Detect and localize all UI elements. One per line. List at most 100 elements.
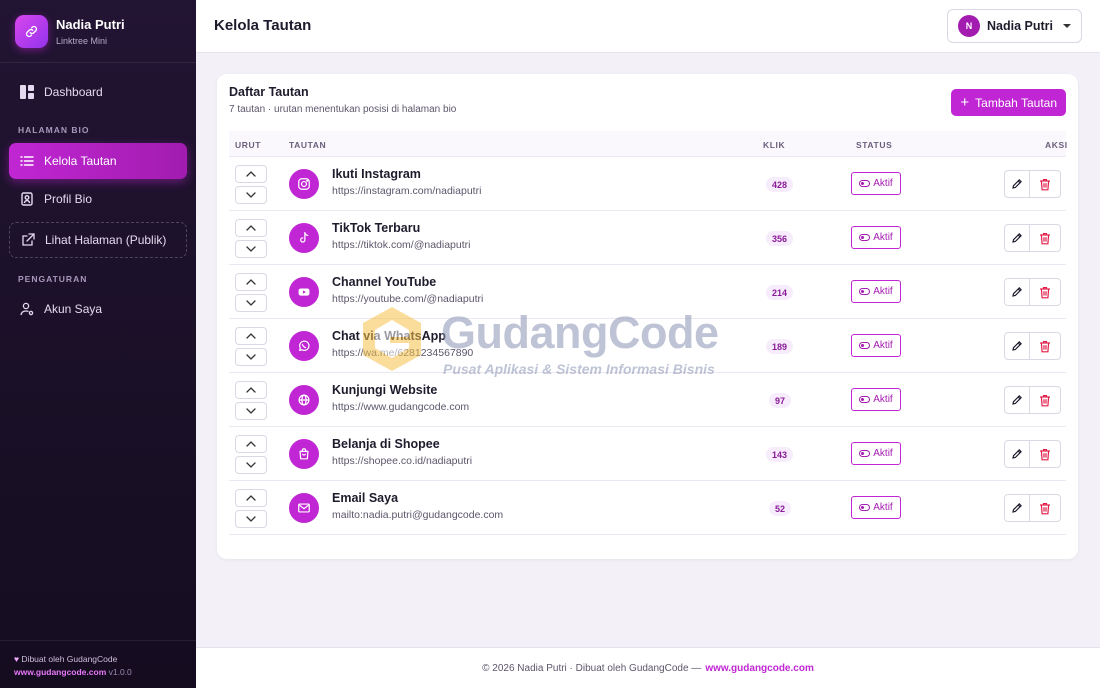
move-down-button[interactable] (235, 240, 267, 258)
links-table-body: Ikuti Instagram https://instagram.com/na… (229, 157, 1066, 535)
edit-button[interactable] (1004, 332, 1030, 360)
footer-site-link[interactable]: www.gudangcode.com (14, 667, 106, 677)
clicks-badge: 356 (766, 231, 794, 246)
sidebar-item-kelola-tautan[interactable]: Kelola Tautan (9, 143, 187, 179)
status-toggle-button[interactable]: Aktif (851, 172, 901, 195)
status-toggle-button[interactable]: Aktif (851, 388, 901, 411)
chevron-up-icon (246, 225, 256, 231)
trash-icon (1039, 448, 1051, 461)
page-footer: © 2026 Nadia Putri · Dibuat oleh GudangC… (196, 647, 1100, 688)
status-label: Aktif (873, 394, 893, 405)
sidebar-nav: Dashboard HALAMAN BIO Kelola Tautan Prof… (0, 63, 196, 326)
delete-button[interactable] (1029, 332, 1061, 360)
pencil-icon (1011, 448, 1023, 460)
chevron-down-icon (246, 408, 256, 414)
add-link-button[interactable]: + Tambah Tautan (951, 89, 1066, 116)
edit-button[interactable] (1004, 170, 1030, 198)
table-row: Channel YouTube https://youtube.com/@nad… (229, 265, 1066, 319)
status-toggle-button[interactable]: Aktif (851, 280, 901, 303)
trash-icon (1039, 502, 1051, 515)
delete-button[interactable] (1029, 494, 1061, 522)
sidebar-item-dashboard[interactable]: Dashboard (9, 75, 187, 109)
table-row: Chat via WhatsApp https://wa.me/62812345… (229, 319, 1066, 373)
chevron-down-icon (246, 462, 256, 468)
delete-button[interactable] (1029, 170, 1061, 198)
status-label: Aktif (873, 286, 893, 297)
chevron-down-icon (246, 192, 256, 198)
sidebar-item-label: Profil Bio (44, 192, 93, 206)
move-up-button[interactable] (235, 165, 267, 183)
section-halaman-bio: HALAMAN BIO (18, 125, 90, 135)
version-label: v1.0.0 (108, 667, 132, 677)
move-down-button[interactable] (235, 348, 267, 366)
edit-button[interactable] (1004, 386, 1030, 414)
move-up-button[interactable] (235, 489, 267, 507)
status-toggle-button[interactable]: Aktif (851, 334, 901, 357)
id-card-icon (19, 192, 34, 207)
move-up-button[interactable] (235, 435, 267, 453)
col-actions: AKSI (1045, 140, 1068, 150)
trash-icon (1039, 232, 1051, 245)
toggle-on-icon (859, 504, 871, 511)
sidebar-item-lihat-halaman[interactable]: Lihat Halaman (Publik) (9, 222, 187, 258)
link-url: https://wa.me/6281234567890 (332, 347, 474, 359)
mail-icon (289, 493, 319, 523)
link-title: Ikuti Instagram (332, 167, 421, 181)
link-url: https://www.gudangcode.com (332, 401, 470, 413)
whatsapp-icon (289, 331, 319, 361)
clicks-badge: 143 (766, 447, 794, 462)
user-menu-button[interactable]: N Nadia Putri (947, 9, 1082, 43)
table-row: Email Saya mailto:nadia.putri@gudangcode… (229, 481, 1066, 535)
col-clicks: KLIK (763, 140, 786, 150)
status-label: Aktif (873, 340, 893, 351)
move-up-button[interactable] (235, 273, 267, 291)
card-subtitle: 7 tautan · urutan menentukan posisi di h… (229, 104, 457, 115)
delete-button[interactable] (1029, 278, 1061, 306)
move-up-button[interactable] (235, 327, 267, 345)
clicks-badge: 189 (766, 339, 794, 354)
plus-icon: + (960, 94, 970, 111)
link-title: Email Saya (332, 491, 399, 505)
status-toggle-button[interactable]: Aktif (851, 226, 901, 249)
move-down-button[interactable] (235, 402, 267, 420)
chevron-down-icon (246, 516, 256, 522)
move-down-button[interactable] (235, 186, 267, 204)
status-label: Aktif (873, 178, 893, 189)
list-icon (19, 154, 34, 169)
delete-button[interactable] (1029, 386, 1061, 414)
status-toggle-button[interactable]: Aktif (851, 496, 901, 519)
delete-button[interactable] (1029, 440, 1061, 468)
edit-button[interactable] (1004, 278, 1030, 306)
edit-button[interactable] (1004, 224, 1030, 252)
move-down-button[interactable] (235, 510, 267, 528)
made-by-text: Dibuat oleh GudangCode (21, 654, 118, 664)
move-down-button[interactable] (235, 456, 267, 474)
link-title: Chat via WhatsApp (332, 329, 446, 343)
table-header: URUT TAUTAN KLIK STATUS AKSI (229, 131, 1068, 157)
chevron-down-icon (246, 246, 256, 252)
move-down-button[interactable] (235, 294, 267, 312)
move-up-button[interactable] (235, 219, 267, 237)
pencil-icon (1011, 502, 1023, 514)
links-card: Daftar Tautan 7 tautan · urutan menentuk… (217, 74, 1078, 559)
avatar: N (958, 15, 980, 37)
chevron-up-icon (246, 171, 256, 177)
sidebar-item-akun-saya[interactable]: Akun Saya (9, 292, 187, 326)
delete-button[interactable] (1029, 224, 1061, 252)
page-title: Kelola Tautan (214, 17, 312, 34)
pencil-icon (1011, 340, 1023, 352)
brand-name: Nadia Putri (56, 16, 125, 32)
status-toggle-button[interactable]: Aktif (851, 442, 901, 465)
move-up-button[interactable] (235, 381, 267, 399)
trash-icon (1039, 286, 1051, 299)
pencil-icon (1011, 286, 1023, 298)
edit-button[interactable] (1004, 440, 1030, 468)
pencil-icon (1011, 178, 1023, 190)
col-order: URUT (235, 140, 262, 150)
edit-button[interactable] (1004, 494, 1030, 522)
status-label: Aktif (873, 232, 893, 243)
status-label: Aktif (873, 448, 893, 459)
sidebar-item-label: Lihat Halaman (Publik) (45, 233, 167, 247)
sidebar-item-profil-bio[interactable]: Profil Bio (9, 182, 187, 216)
footer-link[interactable]: www.gudangcode.com (705, 663, 814, 674)
